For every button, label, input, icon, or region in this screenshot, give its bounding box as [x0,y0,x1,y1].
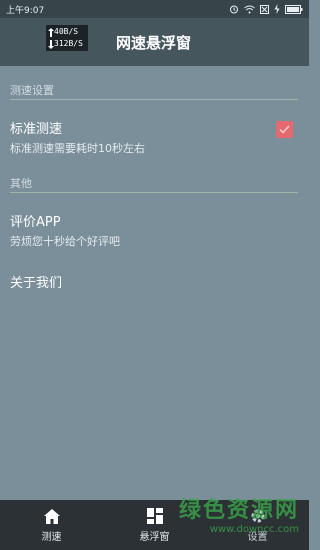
settings-list: 测速设置 标准测速 标准测速需要耗时10秒左右 其他 评价APP 劳烦您十秒给个… [0,66,309,500]
charging-icon [274,4,280,14]
pref-rate-app[interactable]: 评价APP 劳烦您十秒给个好评吧 [10,211,298,249]
section-divider [10,99,298,100]
check-icon [279,125,290,134]
pref-about-us[interactable]: 关于我们 [10,272,298,291]
home-icon [43,507,61,525]
status-bar: 上午9:07 [0,0,309,18]
download-speed: 312B/S [48,38,86,50]
watermark: 绿色资源网 www.downcc.com [179,492,299,535]
nav-label: 测速 [41,532,62,543]
pref-title: 关于我们 [10,276,63,291]
alarm-icon [230,5,238,14]
pref-standard-speed-test[interactable]: 标准测速 标准测速需要耗时10秒左右 [10,118,298,156]
upload-speed: 40B/S [48,26,86,38]
watermark-url: www.downcc.com [209,524,299,535]
nav-item-speed-test[interactable]: 测速 [0,500,103,550]
section-header-speed-settings: 测速设置 [10,84,54,97]
status-time: 上午9:07 [6,5,45,16]
pref-summary: 标准测速需要耗时10秒左右 [10,142,145,155]
upload-speed-value: 40B/S [54,27,79,36]
download-speed-value: 312B/S [54,39,83,48]
pref-title: 评价APP [10,215,61,230]
status-icons [229,4,303,14]
app-title: 网速悬浮窗 [116,34,192,52]
app-bar: 40B/S 312B/S 网速悬浮窗 [0,18,309,66]
dashboard-icon [146,507,164,525]
nav-label: 悬浮窗 [139,532,170,543]
section-divider [10,192,298,193]
pref-summary: 劳烦您十秒给个好评吧 [10,235,120,248]
pref-title: 标准测速 [10,122,63,137]
battery-icon [285,4,303,14]
standard-speed-test-checkbox[interactable] [276,121,293,138]
wifi-icon [244,5,255,13]
speed-badge[interactable]: 40B/S 312B/S [46,25,88,51]
no-signal-icon [260,4,269,14]
section-header-other: 其他 [10,177,32,190]
watermark-logo: 绿色资源网 [178,498,299,523]
